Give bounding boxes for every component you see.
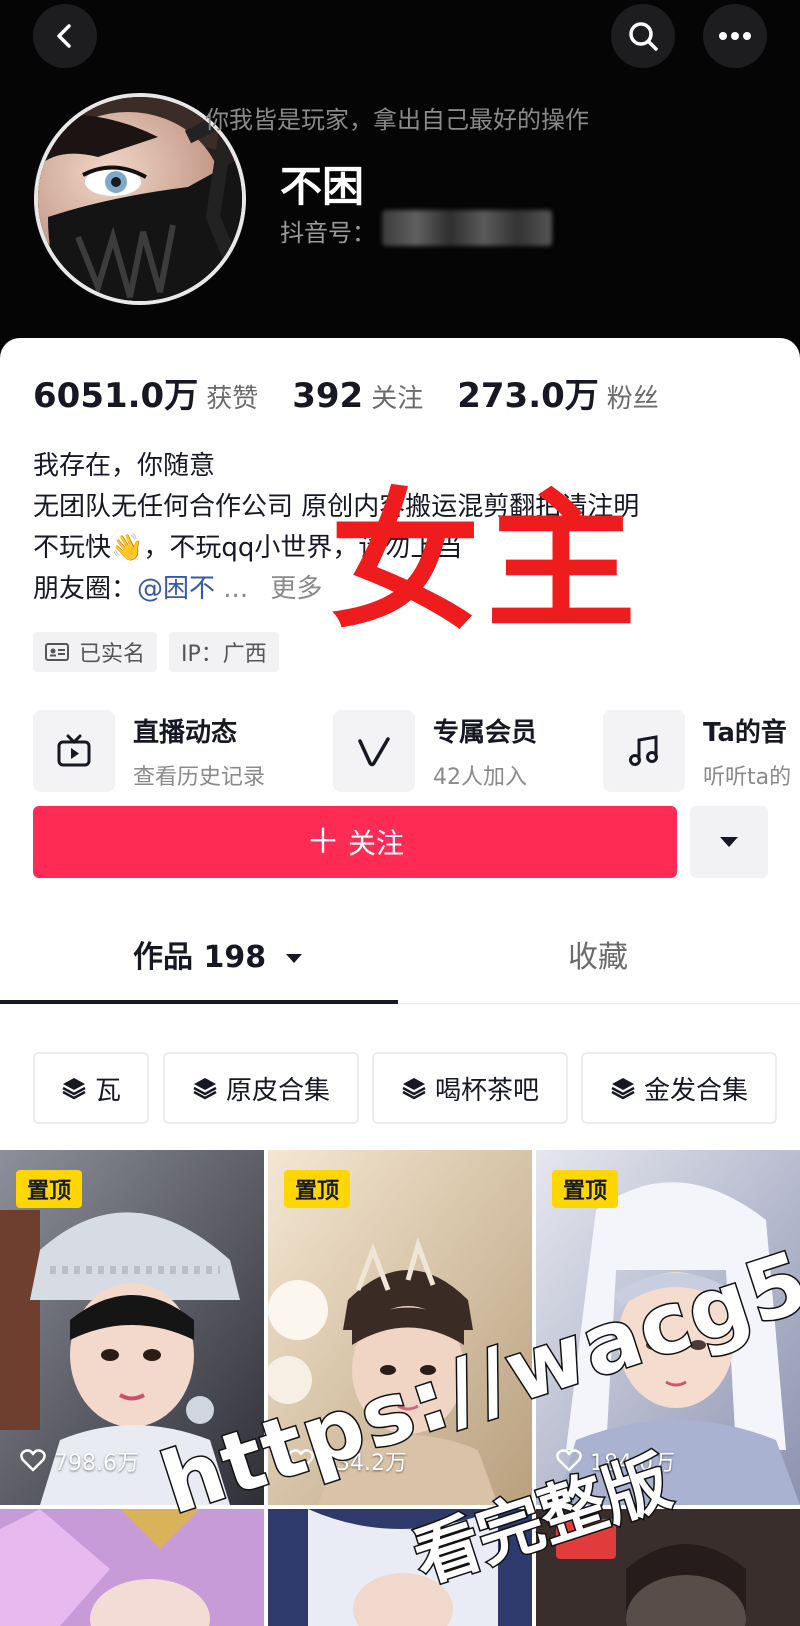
- collection-chip[interactable]: 瓦: [33, 1052, 149, 1124]
- profile-stats: 6051.0万 获赞 392 关注 273.0万 粉丝: [33, 368, 693, 417]
- douyin-id-label: 抖音号：: [280, 219, 376, 247]
- followers-label: 粉丝: [606, 384, 659, 414]
- live-history-subtitle: 查看历史记录: [133, 764, 266, 790]
- bio-line-3-start: 不玩快: [33, 533, 112, 563]
- feature-icon-box: [33, 710, 115, 792]
- ip-location-label: IP：广西: [181, 642, 267, 667]
- search-icon: [629, 22, 658, 51]
- plus-icon: ＋: [305, 822, 340, 862]
- video-thumbnail[interactable]: [536, 1509, 800, 1626]
- music-entry[interactable]: Ta的音 听听ta的: [603, 710, 791, 792]
- chevron-left-icon: [57, 24, 71, 48]
- tab-works-label: 作品 198: [133, 940, 267, 975]
- profile-signature: 你我皆是玩家，拿出自己最好的操作: [205, 106, 589, 134]
- verified-tag: 已实名: [33, 632, 158, 672]
- search-button[interactable]: [611, 4, 675, 68]
- membership-entry[interactable]: 专属会员 42人加入: [333, 710, 537, 792]
- following-count[interactable]: 392: [292, 376, 363, 416]
- profile-header: 你我皆是玩家，拿出自己最好的操作 不困 抖音号：: [0, 0, 800, 345]
- collection-chip-label: 瓦: [94, 1075, 121, 1106]
- tv-icon: [57, 734, 91, 767]
- video-thumbnail[interactable]: [0, 1509, 264, 1626]
- caret-down-icon: [720, 837, 738, 847]
- live-history-title: 直播动态: [133, 717, 238, 748]
- video-cover-image: [536, 1509, 800, 1626]
- layers-icon: [62, 1078, 86, 1100]
- pinned-badge: 置顶: [16, 1170, 82, 1208]
- vip-v-icon: [358, 737, 390, 767]
- ip-location-tag: IP：广西: [169, 632, 279, 672]
- membership-title: 专属会员: [433, 717, 538, 748]
- video-likes: 184.0万: [556, 1445, 675, 1477]
- video-likes: 798.6万: [20, 1445, 139, 1477]
- followers-count[interactable]: 273.0万: [457, 368, 599, 417]
- follow-button-label: 关注: [347, 827, 404, 860]
- id-card-icon: [45, 643, 69, 661]
- collection-chip[interactable]: 原皮合集: [163, 1052, 359, 1124]
- bio-moments-prefix: 朋友圈：: [33, 574, 138, 604]
- layers-icon: [611, 1078, 635, 1100]
- heart-outline-icon: [20, 1449, 46, 1472]
- feature-icon-box: [333, 710, 415, 792]
- collection-chip[interactable]: 金发合集: [581, 1052, 777, 1124]
- video-likes-count: 184.0万: [590, 1451, 675, 1476]
- membership-subtitle: 42人加入: [433, 764, 527, 790]
- bio-ellipsis: ...: [215, 574, 249, 604]
- collection-chip-label: 金发合集: [643, 1075, 748, 1106]
- profile-nickname: 不困: [280, 162, 365, 211]
- video-thumbnail[interactable]: 置顶 184.0万: [536, 1150, 800, 1505]
- ellipsis-icon: [719, 32, 751, 40]
- active-tab-indicator: [0, 1000, 398, 1004]
- feature-row: 直播动态 查看历史记录 专属会员 42人加入 Ta的音 听听ta的: [33, 710, 800, 794]
- music-note-icon: [629, 735, 658, 766]
- live-history-entry[interactable]: 直播动态 查看历史记录: [33, 710, 265, 792]
- profile-tags: 已实名 IP：广西: [33, 632, 279, 672]
- video-likes: 134.2万: [288, 1445, 407, 1477]
- heart-outline-icon: [288, 1449, 314, 1472]
- collection-chip-label: 喝杯茶吧: [434, 1075, 539, 1106]
- feature-icon-box: [603, 710, 685, 792]
- pinned-badge: 置顶: [284, 1170, 350, 1208]
- collection-chip-label: 原皮合集: [225, 1075, 330, 1106]
- music-title: Ta的音: [703, 717, 787, 748]
- more-options-button[interactable]: [703, 4, 767, 68]
- layers-icon: [193, 1078, 217, 1100]
- music-subtitle: 听听ta的: [703, 764, 792, 790]
- content-tabs: 作品 198 收藏: [0, 910, 800, 1006]
- recommend-dropdown-button[interactable]: [690, 806, 768, 878]
- video-thumbnail[interactable]: [268, 1509, 532, 1626]
- caret-down-icon: [285, 954, 302, 963]
- video-likes-count: 134.2万: [322, 1451, 407, 1476]
- waving-hand-emoji: 👋: [111, 533, 144, 563]
- video-cover-image: [268, 1509, 532, 1626]
- heart-outline-icon: [556, 1449, 582, 1472]
- tab-works[interactable]: 作品 198: [133, 932, 303, 976]
- video-thumbnail[interactable]: 置顶 798.6万: [0, 1150, 264, 1505]
- video-cover-image: [0, 1509, 264, 1626]
- video-thumbnail[interactable]: 置顶 134.2万: [268, 1150, 532, 1505]
- douyin-id-redacted: [382, 210, 552, 246]
- bio-more-button[interactable]: 更多: [270, 574, 322, 604]
- following-label: 关注: [371, 384, 424, 414]
- follow-button[interactable]: ＋ 关注: [33, 806, 677, 878]
- verified-tag-label: 已实名: [79, 642, 146, 667]
- overlay-stamp-text: 女主: [330, 476, 643, 650]
- video-likes-count: 798.6万: [54, 1451, 139, 1476]
- back-button[interactable]: [33, 4, 97, 68]
- likes-count[interactable]: 6051.0万: [33, 368, 198, 417]
- layers-icon: [402, 1078, 426, 1100]
- likes-label: 获赞: [206, 384, 259, 414]
- bio-mention-link[interactable]: @困不: [137, 574, 215, 604]
- collection-chip[interactable]: 喝杯茶吧: [372, 1052, 568, 1124]
- pinned-badge: 置顶: [552, 1170, 618, 1208]
- collection-chips: 瓦 原皮合集 喝杯茶吧 金发合集: [33, 1052, 800, 1124]
- tab-favorites[interactable]: 收藏: [568, 932, 628, 976]
